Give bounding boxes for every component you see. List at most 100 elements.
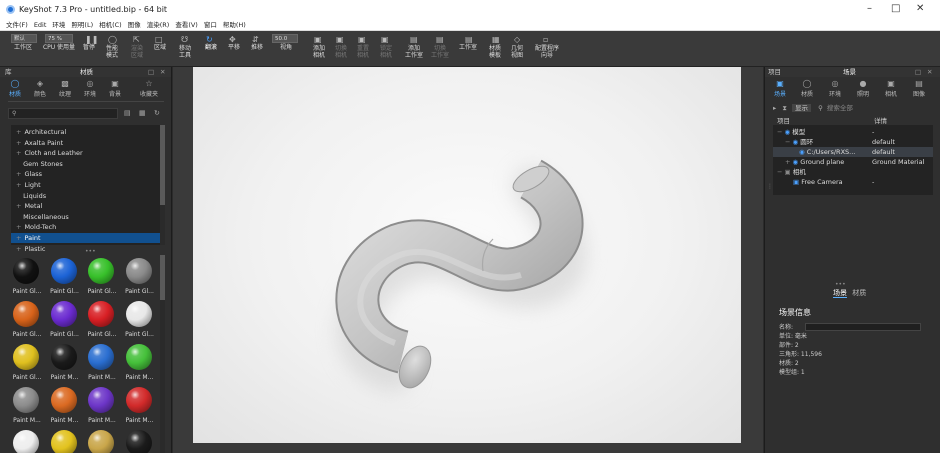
reset-camera-button[interactable]: 重置 相机 [353, 45, 373, 59]
menu-render[interactable]: 渲染(R) [147, 20, 170, 31]
expand-icon[interactable]: + [16, 245, 21, 253]
category-item[interactable]: + Metal [11, 201, 160, 211]
workspace-button[interactable]: 工作区 [10, 44, 36, 51]
expand-icon[interactable] [16, 213, 20, 221]
tab-camera[interactable]: ▣ 相机 [880, 78, 902, 99]
expand-icon[interactable]: + [16, 181, 21, 189]
material-thumbnail[interactable] [8, 427, 44, 453]
category-item[interactable]: Gem Stones [11, 159, 160, 169]
material-thumbnail[interactable]: Paint M... [46, 341, 82, 387]
tab-environment[interactable]: ◎ 环境 [824, 78, 846, 99]
tab-lighting[interactable]: ● 照明 [852, 78, 874, 99]
expand-icon[interactable]: + [16, 202, 21, 210]
cpu-usage-button[interactable]: CPU 使用量 [40, 44, 78, 51]
tree-row-torus[interactable]: − ◉ 圆环 default [773, 137, 933, 147]
material-thumbnail[interactable] [83, 427, 119, 453]
visibility-eye-icon[interactable]: ◉ [793, 158, 799, 166]
category-item[interactable]: + Light [11, 180, 160, 190]
material-thumbnail[interactable]: Paint M... [121, 341, 157, 387]
tree-row-ground-plane[interactable]: + ◉ Ground plane Ground Material [773, 157, 933, 167]
thumbnail-scroll-thumb[interactable] [160, 255, 165, 300]
grid-view-icon[interactable]: ▦ [139, 109, 146, 117]
category-item[interactable]: + Cloth and Leather [11, 148, 160, 158]
category-item[interactable]: + Mold-Tech [11, 222, 160, 232]
tab-favorites[interactable]: ☆ 收藏夹 [132, 78, 166, 99]
tab-materials[interactable]: ◯ 材质 [4, 78, 26, 99]
expand-icon[interactable]: ▸ [773, 104, 776, 112]
collapse-icon[interactable]: − [785, 138, 790, 146]
material-thumbnail[interactable]: Paint M... [121, 384, 157, 430]
tumble-button[interactable]: 翻滚 [201, 44, 221, 51]
category-scroll-thumb[interactable] [160, 125, 165, 205]
add-studio-button[interactable]: 添加 工作室 [402, 45, 426, 59]
workspace-select[interactable]: 默认 [11, 34, 37, 43]
splitter-handle[interactable]: ⋮ [767, 184, 773, 190]
menu-lighting[interactable]: 照明(L) [71, 20, 93, 31]
expand-icon[interactable]: + [16, 170, 21, 178]
menu-environment[interactable]: 环境 [52, 20, 65, 31]
visibility-eye-icon[interactable]: ◉ [799, 148, 805, 156]
expand-icon[interactable]: + [785, 158, 790, 166]
material-thumbnail[interactable]: Paint Gl... [121, 255, 157, 301]
material-thumbnail[interactable]: Paint Gl... [83, 298, 119, 344]
realtime-viewport[interactable] [173, 67, 763, 453]
thumbnail-scrollbar[interactable] [160, 255, 165, 453]
menu-edit[interactable]: Edit [34, 20, 47, 31]
expand-icon[interactable] [16, 192, 20, 200]
performance-mode-button[interactable]: 性能 模式 [101, 45, 123, 59]
material-thumbnail[interactable]: Paint M... [8, 384, 44, 430]
tree-row-part-file[interactable]: ◉ C:/Users/RXS... default [773, 147, 933, 157]
material-thumbnail[interactable]: Paint Gl... [121, 298, 157, 344]
category-item[interactable]: Liquids [11, 191, 160, 201]
minimize-button[interactable]: – [867, 3, 872, 14]
tab-textures[interactable]: ▩ 纹理 [54, 78, 76, 99]
lock-camera-button[interactable]: 锁定 相机 [376, 45, 396, 59]
expand-icon[interactable]: + [16, 234, 21, 242]
list-view-icon[interactable]: ▤ [124, 109, 131, 117]
subtab-scene[interactable]: 场景 [833, 289, 847, 298]
category-item[interactable]: + Paint [11, 233, 160, 243]
undock-icon[interactable]: □ [148, 67, 154, 77]
configurator-wizard-button[interactable]: 配置程序 向导 [530, 45, 564, 59]
material-template-button[interactable]: 材质 模板 [485, 45, 505, 59]
tab-backplates[interactable]: ▣ 背景 [104, 78, 126, 99]
material-thumbnail[interactable]: Paint M... [46, 384, 82, 430]
close-button[interactable]: ✕ [916, 3, 924, 14]
material-thumbnail[interactable] [46, 427, 82, 453]
splitter-handle[interactable]: ••• [835, 281, 846, 288]
subtab-material[interactable]: 材质 [852, 289, 866, 297]
tab-scene[interactable]: ▣ 场景 [769, 78, 791, 99]
geometry-view-button[interactable]: 几何 视图 [507, 45, 527, 59]
field-of-view-input[interactable]: 50.0 [272, 34, 298, 43]
material-thumbnail[interactable]: Paint M... [83, 384, 119, 430]
visibility-eye-icon[interactable]: ◉ [793, 138, 799, 146]
collapse-icon[interactable]: − [777, 128, 782, 136]
material-thumbnail[interactable]: Paint Gl... [83, 255, 119, 301]
pause-button[interactable]: 暂停 [79, 44, 99, 51]
material-thumbnail[interactable]: Paint M... [83, 341, 119, 387]
region-button[interactable]: 区域 [150, 44, 170, 51]
expand-icon[interactable]: + [16, 128, 21, 136]
category-item[interactable]: + Axalta Paint [11, 138, 160, 148]
add-camera-button[interactable]: 添加 相机 [309, 45, 329, 59]
move-tool-button[interactable]: 移动 工具 [175, 45, 195, 59]
material-thumbnail[interactable]: Paint Gl... [8, 255, 44, 301]
menu-view[interactable]: 查看(V) [175, 20, 198, 31]
switch-studio-button[interactable]: 切换 工作室 [428, 45, 452, 59]
menu-camera[interactable]: 相机(C) [99, 20, 122, 31]
show-dropdown[interactable]: 显示 [792, 104, 811, 112]
category-item[interactable]: Miscellaneous [11, 212, 160, 222]
scene-name-input[interactable] [805, 323, 921, 331]
tree-row-models[interactable]: − ◉ 模型 - [773, 127, 933, 137]
switch-camera-button[interactable]: 切换 相机 [331, 45, 351, 59]
tree-row-free-camera[interactable]: ▣ Free Camera - [773, 177, 933, 187]
tab-image[interactable]: ▤ 图像 [908, 78, 930, 99]
studio-button[interactable]: 工作室 [456, 44, 480, 51]
tree-row-cameras[interactable]: − ▣ 相机 [773, 167, 933, 177]
menu-window[interactable]: 窗口 [204, 20, 217, 31]
undock-icon[interactable]: □ [915, 67, 921, 77]
pan-button[interactable]: 平移 [224, 44, 244, 51]
library-search-input[interactable]: ⚲ [8, 108, 118, 119]
category-item[interactable]: + Architectural [11, 127, 160, 137]
material-thumbnail[interactable]: Paint Gl... [8, 341, 44, 387]
